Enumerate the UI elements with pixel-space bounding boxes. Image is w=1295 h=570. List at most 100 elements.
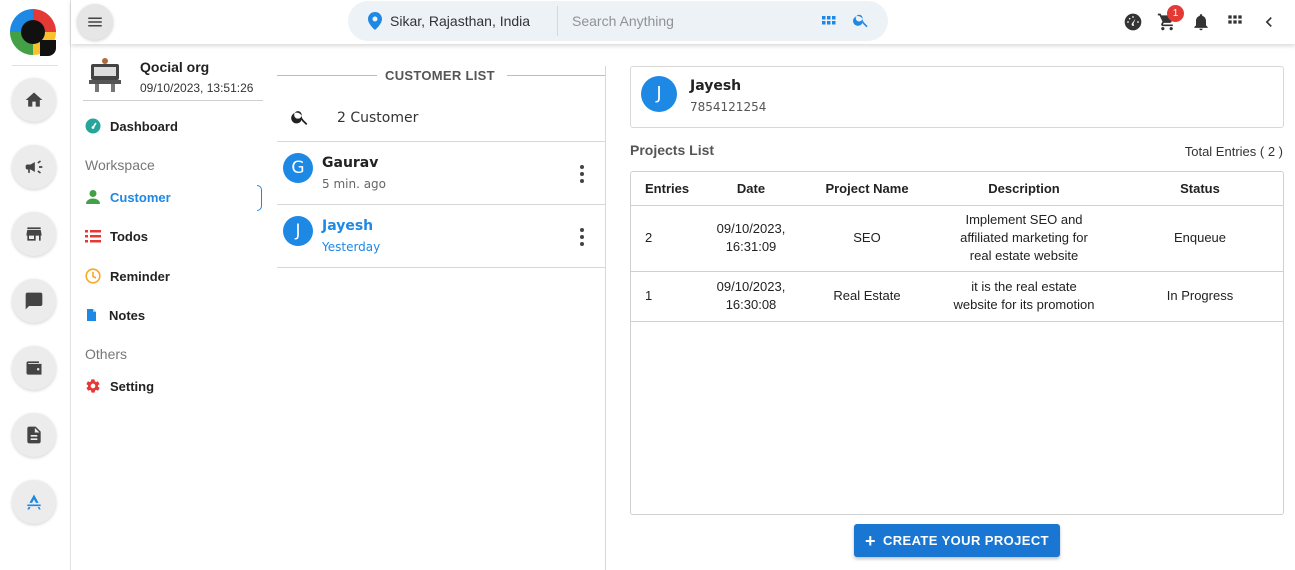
apps-grid-icon[interactable] xyxy=(822,14,836,28)
sidebar-item-notes[interactable]: Notes xyxy=(85,304,145,326)
home-icon xyxy=(25,92,43,107)
column-header[interactable]: Date xyxy=(699,172,803,206)
cell-status: In Progress xyxy=(1117,271,1283,322)
customer-list-title: CUSTOMER LIST xyxy=(385,68,495,83)
chat-icon xyxy=(25,292,43,310)
app-logo-tail xyxy=(40,40,56,56)
org-name: Qocial org xyxy=(140,59,210,75)
sidebar-item-customer[interactable]: Customer xyxy=(85,186,171,208)
rail-divider xyxy=(12,65,58,66)
customer-name: Gaurav xyxy=(322,155,379,171)
time-part: 16:31:09 xyxy=(725,239,777,254)
customer-detail-phone: 7854121254 xyxy=(690,100,767,114)
cell-date: 09/10/2023, 16:31:09 xyxy=(699,205,803,272)
more-vert-icon[interactable] xyxy=(573,163,591,185)
plus-icon: + xyxy=(865,530,876,551)
location-pin-icon[interactable] xyxy=(368,12,382,30)
projects-total-entries: Total Entries ( 2 ) xyxy=(1184,144,1283,159)
customer-search-row: 2 Customer xyxy=(277,90,605,142)
table-row[interactable]: 1 09/10/2023, 16:30:08 Real Estate it is … xyxy=(631,271,1283,322)
customer-time: 5 min. ago xyxy=(322,177,387,191)
search-divider xyxy=(557,6,558,36)
app-root: Sikar, Rajasthan, India 1 xyxy=(0,0,1295,570)
rail-chat-button[interactable] xyxy=(12,279,56,323)
column-header[interactable]: Status xyxy=(1117,172,1283,206)
apps-icon[interactable] xyxy=(1225,12,1245,32)
create-project-label: CREATE YOUR PROJECT xyxy=(882,533,1049,548)
more-vert-icon[interactable] xyxy=(573,226,591,248)
column-header[interactable]: Project Name xyxy=(803,172,931,206)
workspace-heading: Workspace xyxy=(85,157,155,173)
desc-line: Implement SEO and xyxy=(965,212,1083,227)
sidebar-item-reminder[interactable]: Reminder xyxy=(85,265,170,287)
sidebar-item-label: Customer xyxy=(110,189,171,205)
app-store-icon xyxy=(27,494,41,510)
person-icon xyxy=(86,190,100,204)
title-rule-right xyxy=(507,75,605,76)
hamburger-menu-button[interactable] xyxy=(77,4,113,40)
location-text[interactable]: Sikar, Rajasthan, India xyxy=(390,13,530,29)
column-header[interactable]: Description xyxy=(931,172,1117,206)
column-header[interactable]: Entries xyxy=(631,172,699,206)
rail-document-button[interactable] xyxy=(12,413,56,457)
search-icon[interactable] xyxy=(852,11,870,29)
gear-icon xyxy=(86,379,100,393)
customer-list-panel: CUSTOMER LIST 2 Customer G Gaurav 5 min.… xyxy=(277,66,606,570)
megaphone-icon xyxy=(25,160,43,174)
store-icon xyxy=(26,227,42,241)
sidebar-item-label: Todos xyxy=(110,228,149,244)
rail-wallet-button[interactable] xyxy=(12,346,56,390)
rail-store-button[interactable] xyxy=(12,212,56,256)
customer-avatar: J xyxy=(283,216,313,246)
search-icon[interactable] xyxy=(290,107,310,127)
bell-icon[interactable] xyxy=(1191,12,1211,32)
customer-list-item-selected[interactable]: J Jayesh Yesterday xyxy=(277,205,605,268)
desc-line: real estate website xyxy=(969,248,1079,263)
left-rail xyxy=(0,0,71,570)
cell-description: Implement SEO and affiliated marketing fo… xyxy=(931,205,1117,272)
desc-line: website for its promotion xyxy=(953,297,1095,312)
search-input[interactable] xyxy=(572,9,812,33)
rail-app-button[interactable] xyxy=(12,480,56,524)
cell-status: Enqueue xyxy=(1117,205,1283,272)
projects-table: Entries Date Project Name Description St… xyxy=(630,171,1284,515)
sidebar-item-setting[interactable]: Setting xyxy=(85,375,154,397)
customer-name: Jayesh xyxy=(322,218,374,234)
cart-button[interactable]: 1 xyxy=(1157,5,1184,32)
others-heading: Others xyxy=(85,346,128,362)
speedometer-icon[interactable] xyxy=(1123,12,1143,32)
customer-time: Yesterday xyxy=(322,240,381,254)
wallet-icon xyxy=(26,361,42,375)
chevron-left-icon[interactable] xyxy=(1259,12,1279,32)
sidebar-item-label: Dashboard xyxy=(110,118,178,134)
sidebar-item-label: Notes xyxy=(109,307,146,323)
projects-table-grid: Entries Date Project Name Description St… xyxy=(631,172,1283,322)
title-rule-left xyxy=(277,75,377,76)
customer-count: 2 Customer xyxy=(337,110,419,126)
customer-detail-name: Jayesh xyxy=(690,78,742,94)
note-icon xyxy=(87,309,96,321)
org-header: Qocial org 09/10/2023, 13:51:26 xyxy=(83,56,263,101)
hamburger-icon xyxy=(88,17,102,27)
cell-entry: 1 xyxy=(631,271,699,322)
cell-project-name: SEO xyxy=(803,205,931,272)
customer-list-item[interactable]: G Gaurav 5 min. ago xyxy=(277,142,605,205)
list-icon xyxy=(85,230,101,243)
cart-count-badge: 1 xyxy=(1167,5,1184,22)
cell-entry: 2 xyxy=(631,205,699,272)
customer-list-header: CUSTOMER LIST xyxy=(277,66,605,84)
sidebar-item-label: Setting xyxy=(110,378,155,394)
customer-avatar: J xyxy=(641,76,677,112)
rail-campaign-button[interactable] xyxy=(12,145,56,189)
cell-date: 09/10/2023, 16:30:08 xyxy=(699,271,803,322)
sidebar-item-label: Reminder xyxy=(110,268,170,284)
table-row[interactable]: 2 09/10/2023, 16:31:09 SEO Implement SEO … xyxy=(631,205,1283,272)
sidebar-item-todos[interactable]: Todos xyxy=(85,225,148,247)
desc-line: affiliated marketing for xyxy=(960,230,1088,245)
sidebar-item-dashboard[interactable]: Dashboard xyxy=(85,115,178,137)
org-timestamp: 09/10/2023, 13:51:26 xyxy=(140,81,254,95)
rail-home-button[interactable] xyxy=(12,78,56,122)
create-project-button[interactable]: + CREATE YOUR PROJECT xyxy=(854,524,1060,557)
top-bar: Sikar, Rajasthan, India 1 xyxy=(71,0,1295,44)
clock-icon xyxy=(85,268,101,284)
